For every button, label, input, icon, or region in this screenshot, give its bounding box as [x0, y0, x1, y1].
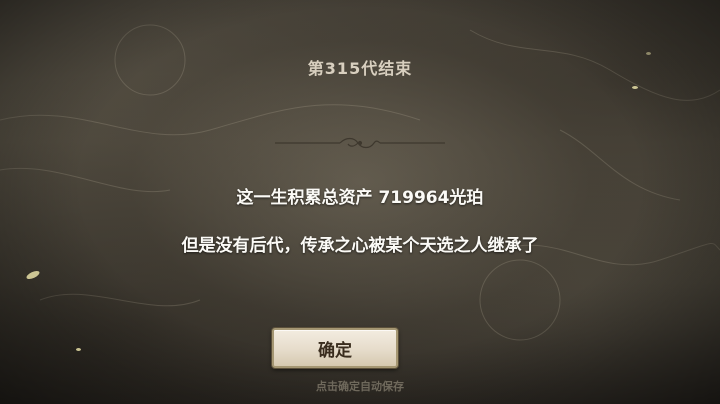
ornamental-divider [275, 137, 445, 149]
confirm-button[interactable]: 确定 [272, 328, 398, 368]
game-end-screen: 第315代结束 这一生积累总资产 719964光珀 但是没有后代，传承之心被某个… [0, 0, 720, 404]
autosave-hint: 点击确定自动保存 [316, 380, 404, 393]
inheritance-message: 但是没有后代，传承之心被某个天选之人继承了 [181, 236, 539, 256]
falling-petal [25, 269, 41, 281]
confirm-button-label: 确定 [318, 340, 352, 361]
total-assets-message: 这一生积累总资产 719964光珀 [236, 188, 484, 208]
dialog-title: 第315代结束 [0, 58, 720, 80]
falling-petal [646, 52, 651, 55]
falling-petal [76, 348, 81, 351]
falling-petal [632, 86, 638, 89]
dialog-title-text: 第315代结束 [307, 59, 413, 78]
